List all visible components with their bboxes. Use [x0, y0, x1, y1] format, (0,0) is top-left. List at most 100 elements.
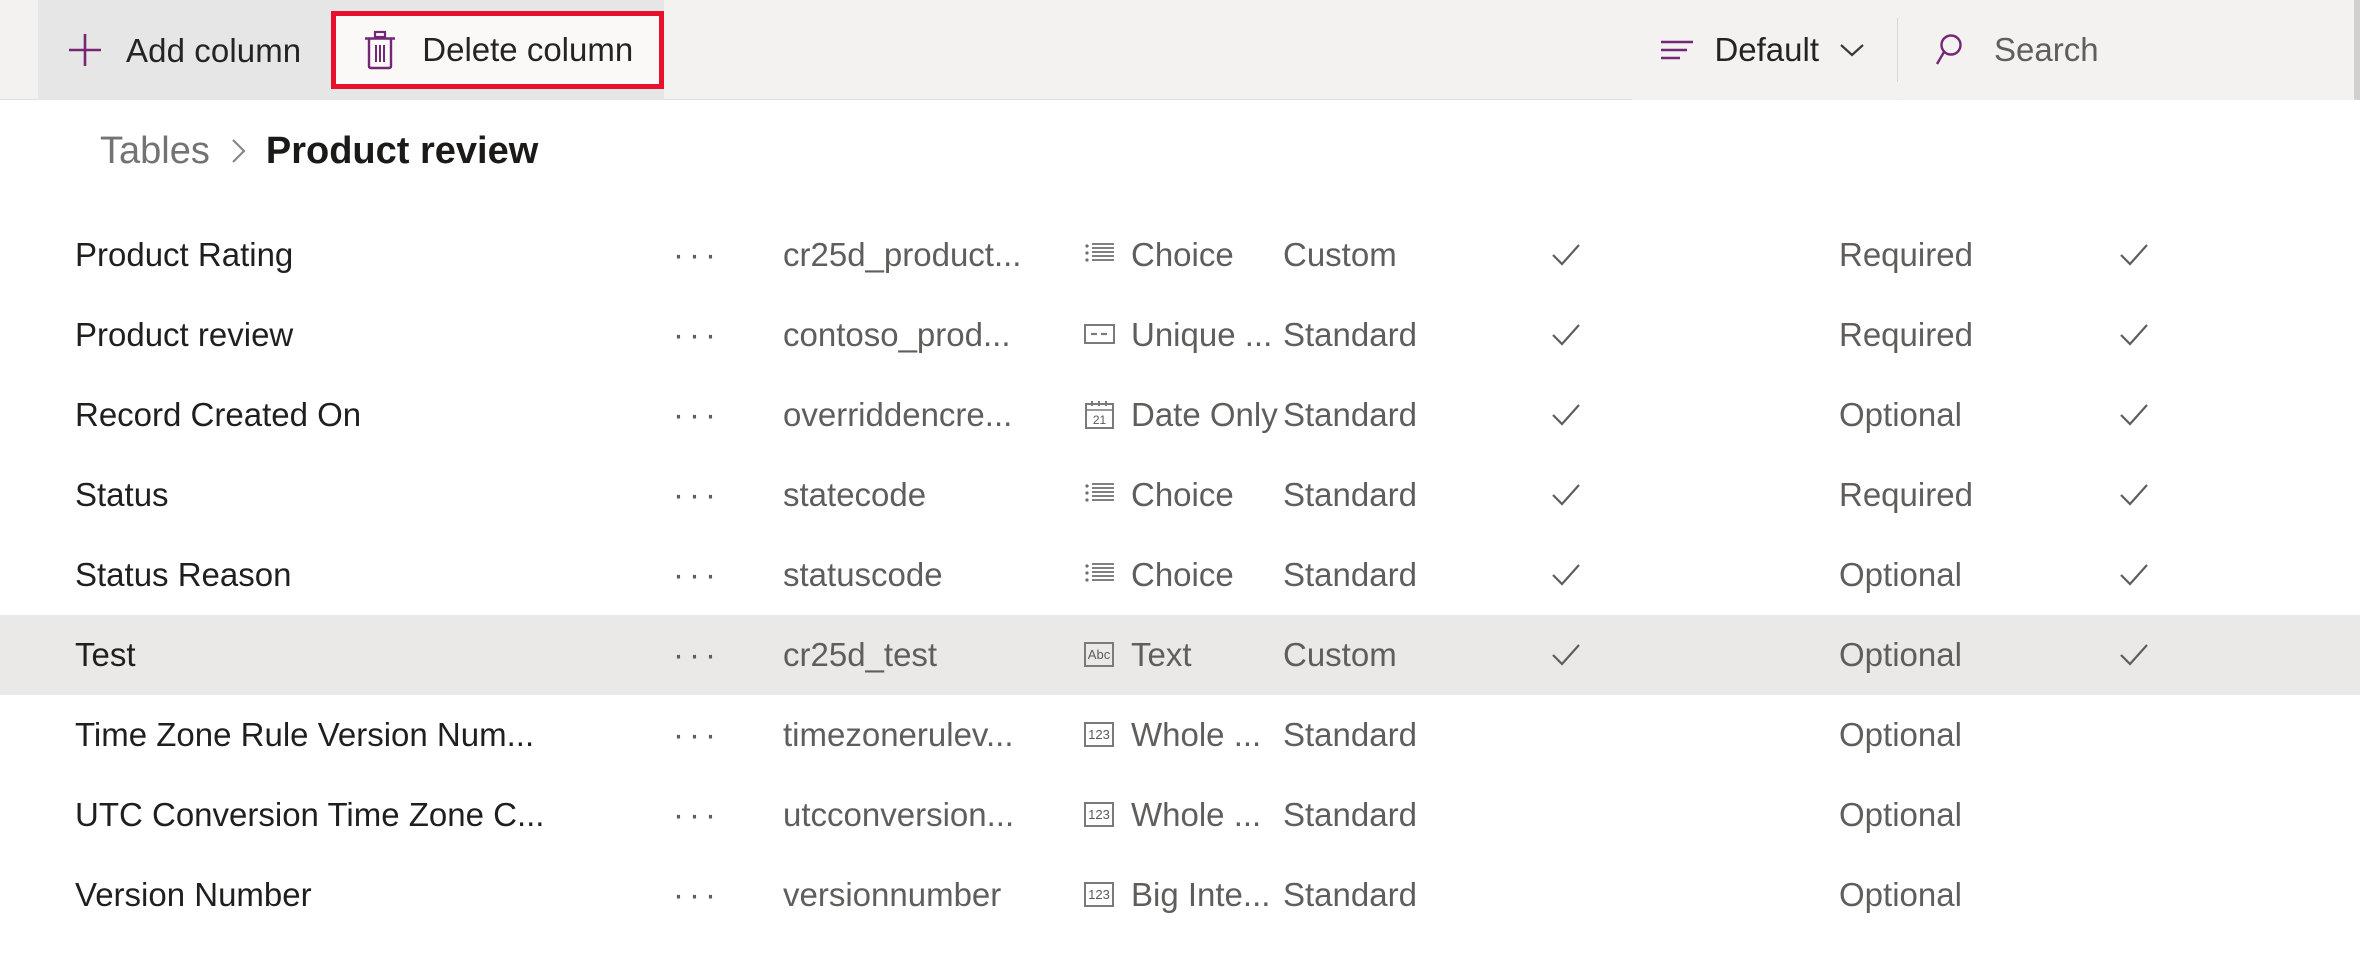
column-data-type: Unique ...	[1083, 316, 1283, 354]
command-bar-left-padding	[0, 0, 38, 99]
row-overflow-menu-button[interactable]: ···	[665, 476, 783, 514]
row-overflow-menu-button[interactable]: ···	[665, 396, 783, 434]
column-data-type: Choice	[1083, 556, 1283, 594]
column-requirement-level: Optional	[1839, 796, 1962, 833]
table-row[interactable]: UTC Conversion Time Zone C... ··· utcconve…	[0, 775, 2360, 855]
delete-column-button[interactable]: Delete column	[331, 11, 665, 89]
breadcrumb-item-current: Product review	[265, 130, 539, 172]
plus-icon	[64, 29, 106, 71]
secondary-check-icon	[2117, 398, 2151, 432]
svg-text:21: 21	[1093, 413, 1107, 427]
column-display-name: Product review	[75, 316, 294, 353]
column-display-name: Time Zone Rule Version Num...	[75, 716, 535, 753]
chevron-down-icon	[1837, 39, 1867, 61]
column-searchable-cell	[1533, 558, 1839, 592]
delete-column-label: Delete column	[422, 31, 634, 68]
row-overflow-menu-button[interactable]: ···	[665, 716, 783, 754]
column-display-name: Status	[75, 476, 169, 513]
column-data-type: 123 Big Inte...	[1083, 876, 1283, 914]
column-customization-type: Custom	[1283, 636, 1397, 673]
column-data-type-label: Whole ...	[1131, 796, 1262, 833]
column-data-type-label: Choice	[1131, 556, 1234, 593]
column-searchable-cell	[1533, 238, 1839, 272]
column-display-name: UTC Conversion Time Zone C...	[75, 796, 545, 833]
row-overflow-menu-button[interactable]: ···	[665, 236, 783, 274]
column-customization-type: Standard	[1283, 396, 1417, 433]
choice-icon	[1083, 478, 1117, 512]
column-searchable-cell	[1533, 398, 1839, 432]
column-data-type: 123 Whole ...	[1083, 716, 1283, 754]
row-overflow-menu-button[interactable]: ···	[665, 556, 783, 594]
column-customization-type: Standard	[1283, 796, 1417, 833]
column-logical-name: statecode	[783, 476, 927, 513]
searchable-check-icon	[1549, 318, 1583, 352]
unique-id-icon	[1083, 318, 1117, 352]
whole-number-icon: 123	[1083, 798, 1117, 832]
column-logical-name: overriddencre...	[783, 396, 1013, 433]
row-overflow-menu-button[interactable]: ···	[665, 636, 783, 674]
table-row[interactable]: Status ··· statecode Choice Standard Required	[0, 455, 2360, 535]
column-requirement-level: Optional	[1839, 396, 1962, 433]
searchable-check-icon	[1549, 398, 1583, 432]
searchable-check-icon	[1549, 638, 1583, 672]
row-overflow-menu-button[interactable]: ···	[665, 316, 783, 354]
column-secondary-flag-cell	[2099, 398, 2237, 432]
column-customization-type: Custom	[1283, 236, 1397, 273]
column-requirement-level: Optional	[1839, 556, 1962, 593]
column-customization-type: Standard	[1283, 316, 1417, 353]
choice-icon	[1083, 558, 1117, 592]
search-icon	[1934, 31, 1972, 69]
date-only-icon: 21	[1083, 398, 1117, 432]
column-requirement-level: Required	[1839, 476, 1973, 513]
column-display-name: Version Number	[75, 876, 312, 913]
whole-number-icon: 123	[1083, 718, 1117, 752]
delete-column-highlight: Delete column	[331, 11, 665, 89]
column-display-name: Status Reason	[75, 556, 292, 593]
search-box[interactable]: Search	[1898, 0, 2354, 100]
column-logical-name: contoso_prod...	[783, 316, 1011, 353]
column-data-type: Choice	[1083, 236, 1283, 274]
command-bar-primary-group: Add column Delete column	[38, 0, 665, 100]
searchable-check-icon	[1549, 478, 1583, 512]
column-requirement-level: Optional	[1839, 636, 1962, 673]
row-overflow-menu-button[interactable]: ···	[665, 796, 783, 834]
column-data-type: Choice	[1083, 476, 1283, 514]
columns-grid: Product Rating ··· cr25d_product... Choice C…	[0, 215, 2360, 935]
column-logical-name: statuscode	[783, 556, 943, 593]
searchable-check-icon	[1549, 238, 1583, 272]
column-data-type-label: Date Only	[1131, 396, 1278, 433]
add-column-label: Add column	[126, 31, 302, 69]
table-row[interactable]: Product review ··· contoso_prod... Unique .…	[0, 295, 2360, 375]
column-data-type-label: Big Inte...	[1131, 876, 1271, 913]
table-row[interactable]: Test ··· cr25d_test Abc Text Custom Optional	[0, 615, 2360, 695]
row-overflow-menu-button[interactable]: ···	[665, 876, 783, 914]
table-row[interactable]: Time Zone Rule Version Num... ··· timezone…	[0, 695, 2360, 775]
command-bar: Add column Delete column Default Search	[0, 0, 2360, 100]
column-secondary-flag-cell	[2099, 478, 2237, 512]
add-column-button[interactable]: Add column	[38, 0, 327, 100]
column-secondary-flag-cell	[2099, 638, 2237, 672]
column-logical-name: cr25d_product...	[783, 236, 1022, 273]
command-bar-secondary-group: Default Search	[1632, 0, 2354, 100]
column-data-type-label: Unique ...	[1131, 316, 1273, 353]
text-icon: Abc	[1083, 638, 1117, 672]
column-searchable-cell	[1533, 318, 1839, 352]
column-requirement-level: Optional	[1839, 876, 1962, 913]
table-row[interactable]: Version Number ··· versionnumber 123 Big Int…	[0, 855, 2360, 935]
column-display-name: Test	[75, 636, 136, 673]
searchable-check-icon	[1549, 558, 1583, 592]
trash-icon	[360, 29, 400, 71]
column-requirement-level: Required	[1839, 236, 1973, 273]
table-row[interactable]: Product Rating ··· cr25d_product... Choice C…	[0, 215, 2360, 295]
table-row[interactable]: Record Created On ··· overriddencre... 21 Da…	[0, 375, 2360, 455]
big-integer-icon: 123	[1083, 878, 1117, 912]
column-secondary-flag-cell	[2099, 238, 2237, 272]
view-selector[interactable]: Default	[1632, 0, 1897, 100]
column-data-type-label: Text	[1131, 636, 1192, 673]
search-placeholder: Search	[1994, 31, 2099, 68]
breadcrumb-item-tables[interactable]: Tables	[100, 132, 210, 170]
filter-lines-icon	[1658, 35, 1696, 65]
breadcrumb-chevron-icon	[226, 134, 250, 168]
view-selector-label: Default	[1714, 31, 1819, 68]
table-row[interactable]: Status Reason ··· statuscode Choice Standard…	[0, 535, 2360, 615]
